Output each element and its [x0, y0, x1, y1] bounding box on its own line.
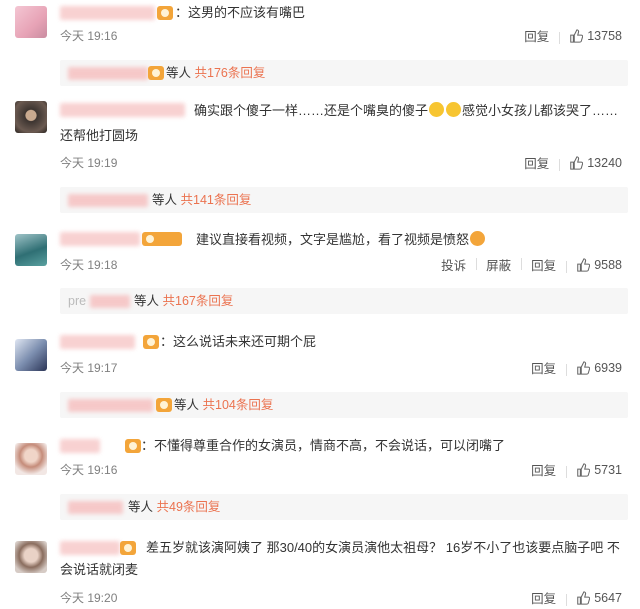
comment-text: 确实跟个傻子一样……还是个嘴臭的傻子 感觉小女孩儿都该哭了……	[194, 102, 619, 118]
like-count: 5731	[594, 462, 622, 477]
reply-others: 等人	[134, 294, 160, 308]
avatar[interactable]	[15, 339, 47, 371]
reply-others: 等人	[152, 193, 178, 207]
vip-badge-icon	[142, 232, 182, 246]
comment-actions: 回复 5731	[521, 460, 632, 479]
comment-4: ：这么说话未来还可期个屁 今天 19:17 回复 6939 等人 共104条回复	[0, 327, 640, 422]
reply-others: 等人	[166, 66, 192, 80]
comment-text-cont: 会说话就闭麦	[60, 562, 139, 577]
reply-button[interactable]: 回复	[521, 255, 566, 274]
block-button[interactable]: 屏蔽	[476, 255, 521, 274]
comment-2: 确实跟个傻子一样……还是个嘴臭的傻子 感觉小女孩儿都该哭了…… 还帮他打圆场 今天…	[0, 95, 640, 215]
reply-count[interactable]: 共49条回复	[157, 500, 221, 514]
username-blurred[interactable]	[60, 103, 185, 117]
reply-summary[interactable]: 等人 共141条回复	[60, 187, 628, 213]
thumbs-up-icon	[577, 590, 591, 605]
vip-badge-icon	[148, 66, 164, 80]
username-blurred[interactable]	[60, 439, 100, 453]
username-blurred[interactable]	[60, 6, 155, 20]
vip-badge-icon	[157, 6, 173, 20]
thumbs-up-icon	[577, 462, 591, 477]
username-blurred[interactable]	[60, 335, 135, 349]
like-button[interactable]: 5647	[566, 590, 632, 606]
reply-count[interactable]: 共167条回复	[163, 294, 234, 308]
comment-actions: 回复 6939	[521, 358, 632, 377]
comment-time: 今天 19:19	[60, 156, 118, 170]
reply-summary[interactable]: pre 等人 共167条回复	[60, 288, 628, 314]
comment-time: 今天 19:18	[60, 258, 118, 272]
username-blurred[interactable]	[60, 541, 120, 555]
vip-badge-icon	[143, 335, 159, 349]
like-count: 5647	[594, 590, 622, 605]
vip-badge-icon	[156, 398, 172, 412]
avatar[interactable]	[15, 443, 47, 475]
reply-count[interactable]: 共104条回复	[203, 398, 274, 412]
comment-text: 建议直接看视频，文字是尴尬，看了视频是愤怒	[196, 230, 486, 250]
face-emoji-icon	[446, 102, 462, 117]
avatar[interactable]	[15, 6, 47, 38]
thumbs-up-icon	[570, 28, 584, 43]
avatar[interactable]	[15, 234, 47, 266]
reply-prefix: pre	[68, 294, 87, 308]
comment-text-cont: 还帮他打圆场	[60, 128, 139, 143]
like-count: 13758	[587, 28, 622, 43]
reply-button[interactable]: 回复	[521, 358, 566, 377]
reply-button[interactable]: 回复	[521, 460, 566, 479]
report-button[interactable]: 投诉	[431, 255, 476, 274]
comment-3: 建议直接看视频，文字是尴尬，看了视频是愤怒 今天 19:18 投诉 屏蔽 回复 …	[0, 224, 640, 319]
comment-time: 今天 19:20	[60, 591, 118, 605]
like-button[interactable]: 13240	[559, 155, 632, 171]
comment-6: 差五岁就该演阿姨了 那30/40的女演员演他太祖母？ 16岁不小了也该要点脑子吧…	[0, 535, 640, 609]
reply-summary[interactable]: 等人 共104条回复	[60, 392, 628, 418]
comment-actions: 回复 13758	[514, 26, 632, 45]
vip-badge-icon	[125, 439, 141, 453]
comment-text: ：不懂得尊重合作的女演员，情商不高，不会说话，可以闭嘴了	[141, 438, 506, 453]
face-emoji-icon	[429, 102, 445, 117]
comment-actions: 投诉 屏蔽 回复 9588	[431, 255, 632, 274]
comment-5: ：不懂得尊重合作的女演员，情商不高，不会说话，可以闭嘴了 今天 19:16 回复…	[0, 431, 640, 526]
like-button[interactable]: 13758	[559, 28, 632, 44]
like-button[interactable]: 6939	[566, 360, 632, 376]
reply-button[interactable]: 回复	[514, 153, 559, 172]
avatar[interactable]	[15, 101, 47, 133]
reply-button[interactable]: 回复	[521, 588, 566, 607]
comment-1: ：这男的不应该有嘴巴 今天 19:16 回复 13758 等人 共176条回复	[0, 0, 640, 90]
comment-time: 今天 19:16	[60, 29, 118, 43]
username-blurred[interactable]	[60, 232, 140, 246]
like-count: 13240	[587, 155, 622, 170]
like-count: 9588	[594, 257, 622, 272]
avatar[interactable]	[15, 541, 47, 573]
comment-actions: 回复 5647	[521, 588, 632, 607]
comment-text: ：这么说话未来还可期个屁	[160, 334, 317, 349]
vip-badge-icon	[120, 541, 136, 555]
reply-count[interactable]: 共176条回复	[195, 66, 266, 80]
thumbs-up-icon	[577, 257, 591, 272]
comment-text: ：这男的不应该有嘴巴	[175, 5, 306, 20]
comment-time: 今天 19:16	[60, 463, 118, 477]
reply-button[interactable]: 回复	[514, 26, 559, 45]
thumbs-up-icon	[570, 155, 584, 170]
like-button[interactable]: 5731	[566, 462, 632, 478]
like-button[interactable]: 9588	[566, 257, 632, 273]
comment-time: 今天 19:17	[60, 361, 118, 375]
face-emoji-icon	[470, 231, 486, 246]
reply-summary[interactable]: 等人 共176条回复	[60, 60, 628, 86]
reply-count[interactable]: 共141条回复	[181, 193, 252, 207]
thumbs-up-icon	[577, 360, 591, 375]
reply-others: 等人	[174, 398, 200, 412]
comment-text: 差五岁就该演阿姨了 那30/40的女演员演他太祖母？ 16岁不小了也该要点脑子吧…	[146, 540, 620, 555]
comment-actions: 回复 13240	[514, 153, 632, 172]
reply-others: 等人	[128, 500, 154, 514]
like-count: 6939	[594, 360, 622, 375]
reply-summary[interactable]: 等人 共49条回复	[60, 494, 628, 520]
